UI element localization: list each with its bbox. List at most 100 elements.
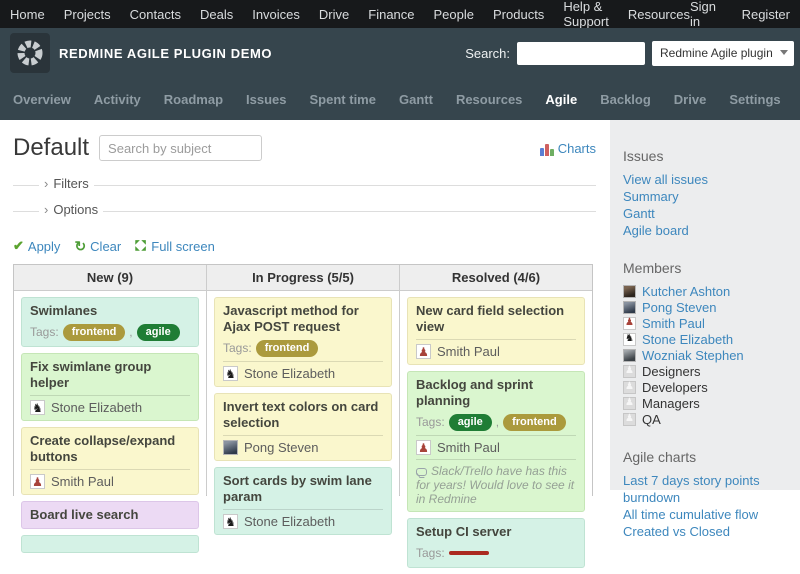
- tab-agile[interactable]: Agile: [545, 92, 577, 107]
- project-select[interactable]: Redmine Agile plugin demo: [652, 41, 794, 66]
- tab-backlog[interactable]: Backlog: [600, 92, 651, 107]
- chevron-right-icon: ›: [44, 202, 48, 217]
- tab-issues[interactable]: Issues: [246, 92, 286, 107]
- sidebar-link-view-all-issues[interactable]: View all issues: [623, 171, 786, 188]
- member-link[interactable]: Kutcher Ashton: [642, 284, 730, 299]
- card[interactable]: Backlog and sprint planningTags:agile,fr…: [407, 371, 585, 512]
- tag-pill[interactable]: agile: [449, 414, 492, 431]
- topbar-item[interactable]: Help & Support: [563, 0, 609, 29]
- clear-action[interactable]: ↻ Clear: [74, 238, 121, 255]
- card-tags: Tags:: [416, 544, 576, 562]
- card[interactable]: New card field selection view♟Smith Paul: [407, 297, 585, 365]
- card[interactable]: Javascript method for Ajax POST request T…: [214, 297, 392, 387]
- card-title[interactable]: Backlog and sprint planning: [416, 377, 576, 409]
- card-title[interactable]: Javascript method for Ajax POST request: [223, 303, 383, 335]
- tab-roadmap[interactable]: Roadmap: [164, 92, 223, 107]
- sidebar-link-gantt[interactable]: Gantt: [623, 205, 786, 222]
- card[interactable]: Board live search: [21, 501, 199, 529]
- tab-overview[interactable]: Overview: [13, 92, 71, 107]
- card[interactable]: Sort cards by swim lane param ♞ Stone Eliz…: [214, 467, 392, 535]
- assignee-name[interactable]: Smith Paul: [437, 440, 500, 455]
- topbar-item[interactable]: Resources: [628, 7, 690, 22]
- card-title[interactable]: Board live search: [30, 507, 190, 523]
- header-search-input[interactable]: [517, 42, 645, 65]
- tab-activity[interactable]: Activity: [94, 92, 141, 107]
- card[interactable]: [21, 535, 199, 553]
- board-column-header[interactable]: New (9): [14, 265, 206, 291]
- charts-link[interactable]: Charts: [558, 141, 596, 156]
- card-title[interactable]: New card field selection view: [416, 303, 576, 335]
- topbar-item[interactable]: People: [434, 7, 474, 22]
- assignee-name[interactable]: Smith Paul: [51, 474, 114, 489]
- fullscreen-link[interactable]: Full screen: [151, 239, 215, 254]
- tag-pill[interactable]: agile: [137, 324, 180, 341]
- topbar-item[interactable]: Products: [493, 7, 544, 22]
- tab-spent-time[interactable]: Spent time: [310, 92, 376, 107]
- tags-label: Tags:: [223, 341, 252, 355]
- top-menu-left: Home Projects Contacts Deals Invoices Drive Fi…: [10, 0, 690, 29]
- tag-pill[interactable]: frontend: [503, 414, 566, 431]
- topbar-item[interactable]: Sign in: [690, 0, 723, 29]
- sidebar-chart-link[interactable]: Last 7 days story points burndown: [623, 472, 786, 506]
- board-column-header[interactable]: Resolved (4/6): [400, 265, 592, 291]
- tag-pill[interactable]: [449, 551, 489, 555]
- assignee-name[interactable]: Smith Paul: [437, 344, 500, 359]
- avatar: ♟: [30, 474, 45, 489]
- bar-chart-icon: [540, 144, 554, 156]
- topbar-item[interactable]: Invoices: [252, 7, 300, 22]
- topbar-item[interactable]: Drive: [319, 7, 349, 22]
- project-selector[interactable]: Redmine Agile plugin demo: [652, 41, 794, 66]
- assignee-name[interactable]: Stone Elizabeth: [244, 514, 335, 529]
- sidebar-chart-link[interactable]: All time cumulative flow: [623, 506, 786, 523]
- card[interactable]: SwimlanesTags:frontend,agile: [21, 297, 199, 347]
- options-toggle[interactable]: ›Options: [39, 202, 103, 217]
- card-title[interactable]: Sort cards by swim lane param: [223, 473, 383, 505]
- member-link[interactable]: Smith Paul: [642, 316, 705, 331]
- topbar-item[interactable]: Projects: [64, 7, 111, 22]
- topbar-item[interactable]: Contacts: [130, 7, 181, 22]
- tab-settings[interactable]: Settings: [729, 92, 780, 107]
- topbar-item[interactable]: Register: [742, 7, 790, 22]
- topbar-item[interactable]: Deals: [200, 7, 233, 22]
- avatar: ♞: [223, 514, 238, 529]
- sidebar-chart-link[interactable]: Created vs Closed: [623, 523, 786, 540]
- clear-link[interactable]: Clear: [90, 239, 121, 254]
- avatar: [623, 285, 636, 298]
- search-by-subject-input[interactable]: [99, 135, 262, 161]
- tag-pill[interactable]: frontend: [256, 340, 319, 357]
- member-group-row: ♟QA: [623, 411, 786, 427]
- member-link[interactable]: Wozniak Stephen: [642, 348, 744, 363]
- tab-resources[interactable]: Resources: [456, 92, 522, 107]
- agile-board: New (9) SwimlanesTags:frontend,agileFix …: [13, 264, 593, 496]
- filters-toggle[interactable]: ›Filters: [39, 176, 94, 191]
- tab-drive[interactable]: Drive: [674, 92, 707, 107]
- tag-pill[interactable]: frontend: [63, 324, 126, 341]
- card[interactable]: Invert text colors on card selection Pong…: [214, 393, 392, 461]
- board-column-header[interactable]: In Progress (5/5): [207, 265, 399, 291]
- topbar-item[interactable]: Finance: [368, 7, 414, 22]
- topbar-item[interactable]: Home: [10, 7, 45, 22]
- card[interactable]: Setup CI server Tags:: [407, 518, 585, 568]
- assignee-name[interactable]: Pong Steven: [244, 440, 318, 455]
- tab-gantt[interactable]: Gantt: [399, 92, 433, 107]
- member-link[interactable]: Pong Steven: [642, 300, 716, 315]
- card[interactable]: Create collapse/expand buttons ♟ Smith Pau…: [21, 427, 199, 495]
- sidebar-link-agile-board[interactable]: Agile board: [623, 222, 786, 239]
- sidebar-link-summary[interactable]: Summary: [623, 188, 786, 205]
- fullscreen-action[interactable]: ◤◥◣◢ Full screen: [135, 239, 215, 254]
- card-title[interactable]: Swimlanes: [30, 303, 190, 319]
- card-title[interactable]: Setup CI server: [416, 524, 576, 540]
- member-link[interactable]: Stone Elizabeth: [642, 332, 733, 347]
- card-title[interactable]: Invert text colors on card selection: [223, 399, 383, 431]
- card-title[interactable]: Create collapse/expand buttons: [30, 433, 190, 465]
- apply-action[interactable]: ✔ Apply: [13, 238, 60, 254]
- assignee-name[interactable]: Stone Elizabeth: [244, 366, 335, 381]
- tags-label: Tags:: [30, 325, 59, 339]
- charts-link-group[interactable]: Charts: [540, 141, 596, 156]
- member-group-row: ♟Designers: [623, 363, 786, 379]
- apply-link[interactable]: Apply: [28, 239, 61, 254]
- card-title[interactable]: Fix swimlane group helper: [30, 359, 190, 391]
- card[interactable]: Fix swimlane group helper♞Stone Elizabet…: [21, 353, 199, 421]
- assignee-name[interactable]: Stone Elizabeth: [51, 400, 142, 415]
- board-column-body: New card field selection view♟Smith Paul…: [400, 291, 592, 574]
